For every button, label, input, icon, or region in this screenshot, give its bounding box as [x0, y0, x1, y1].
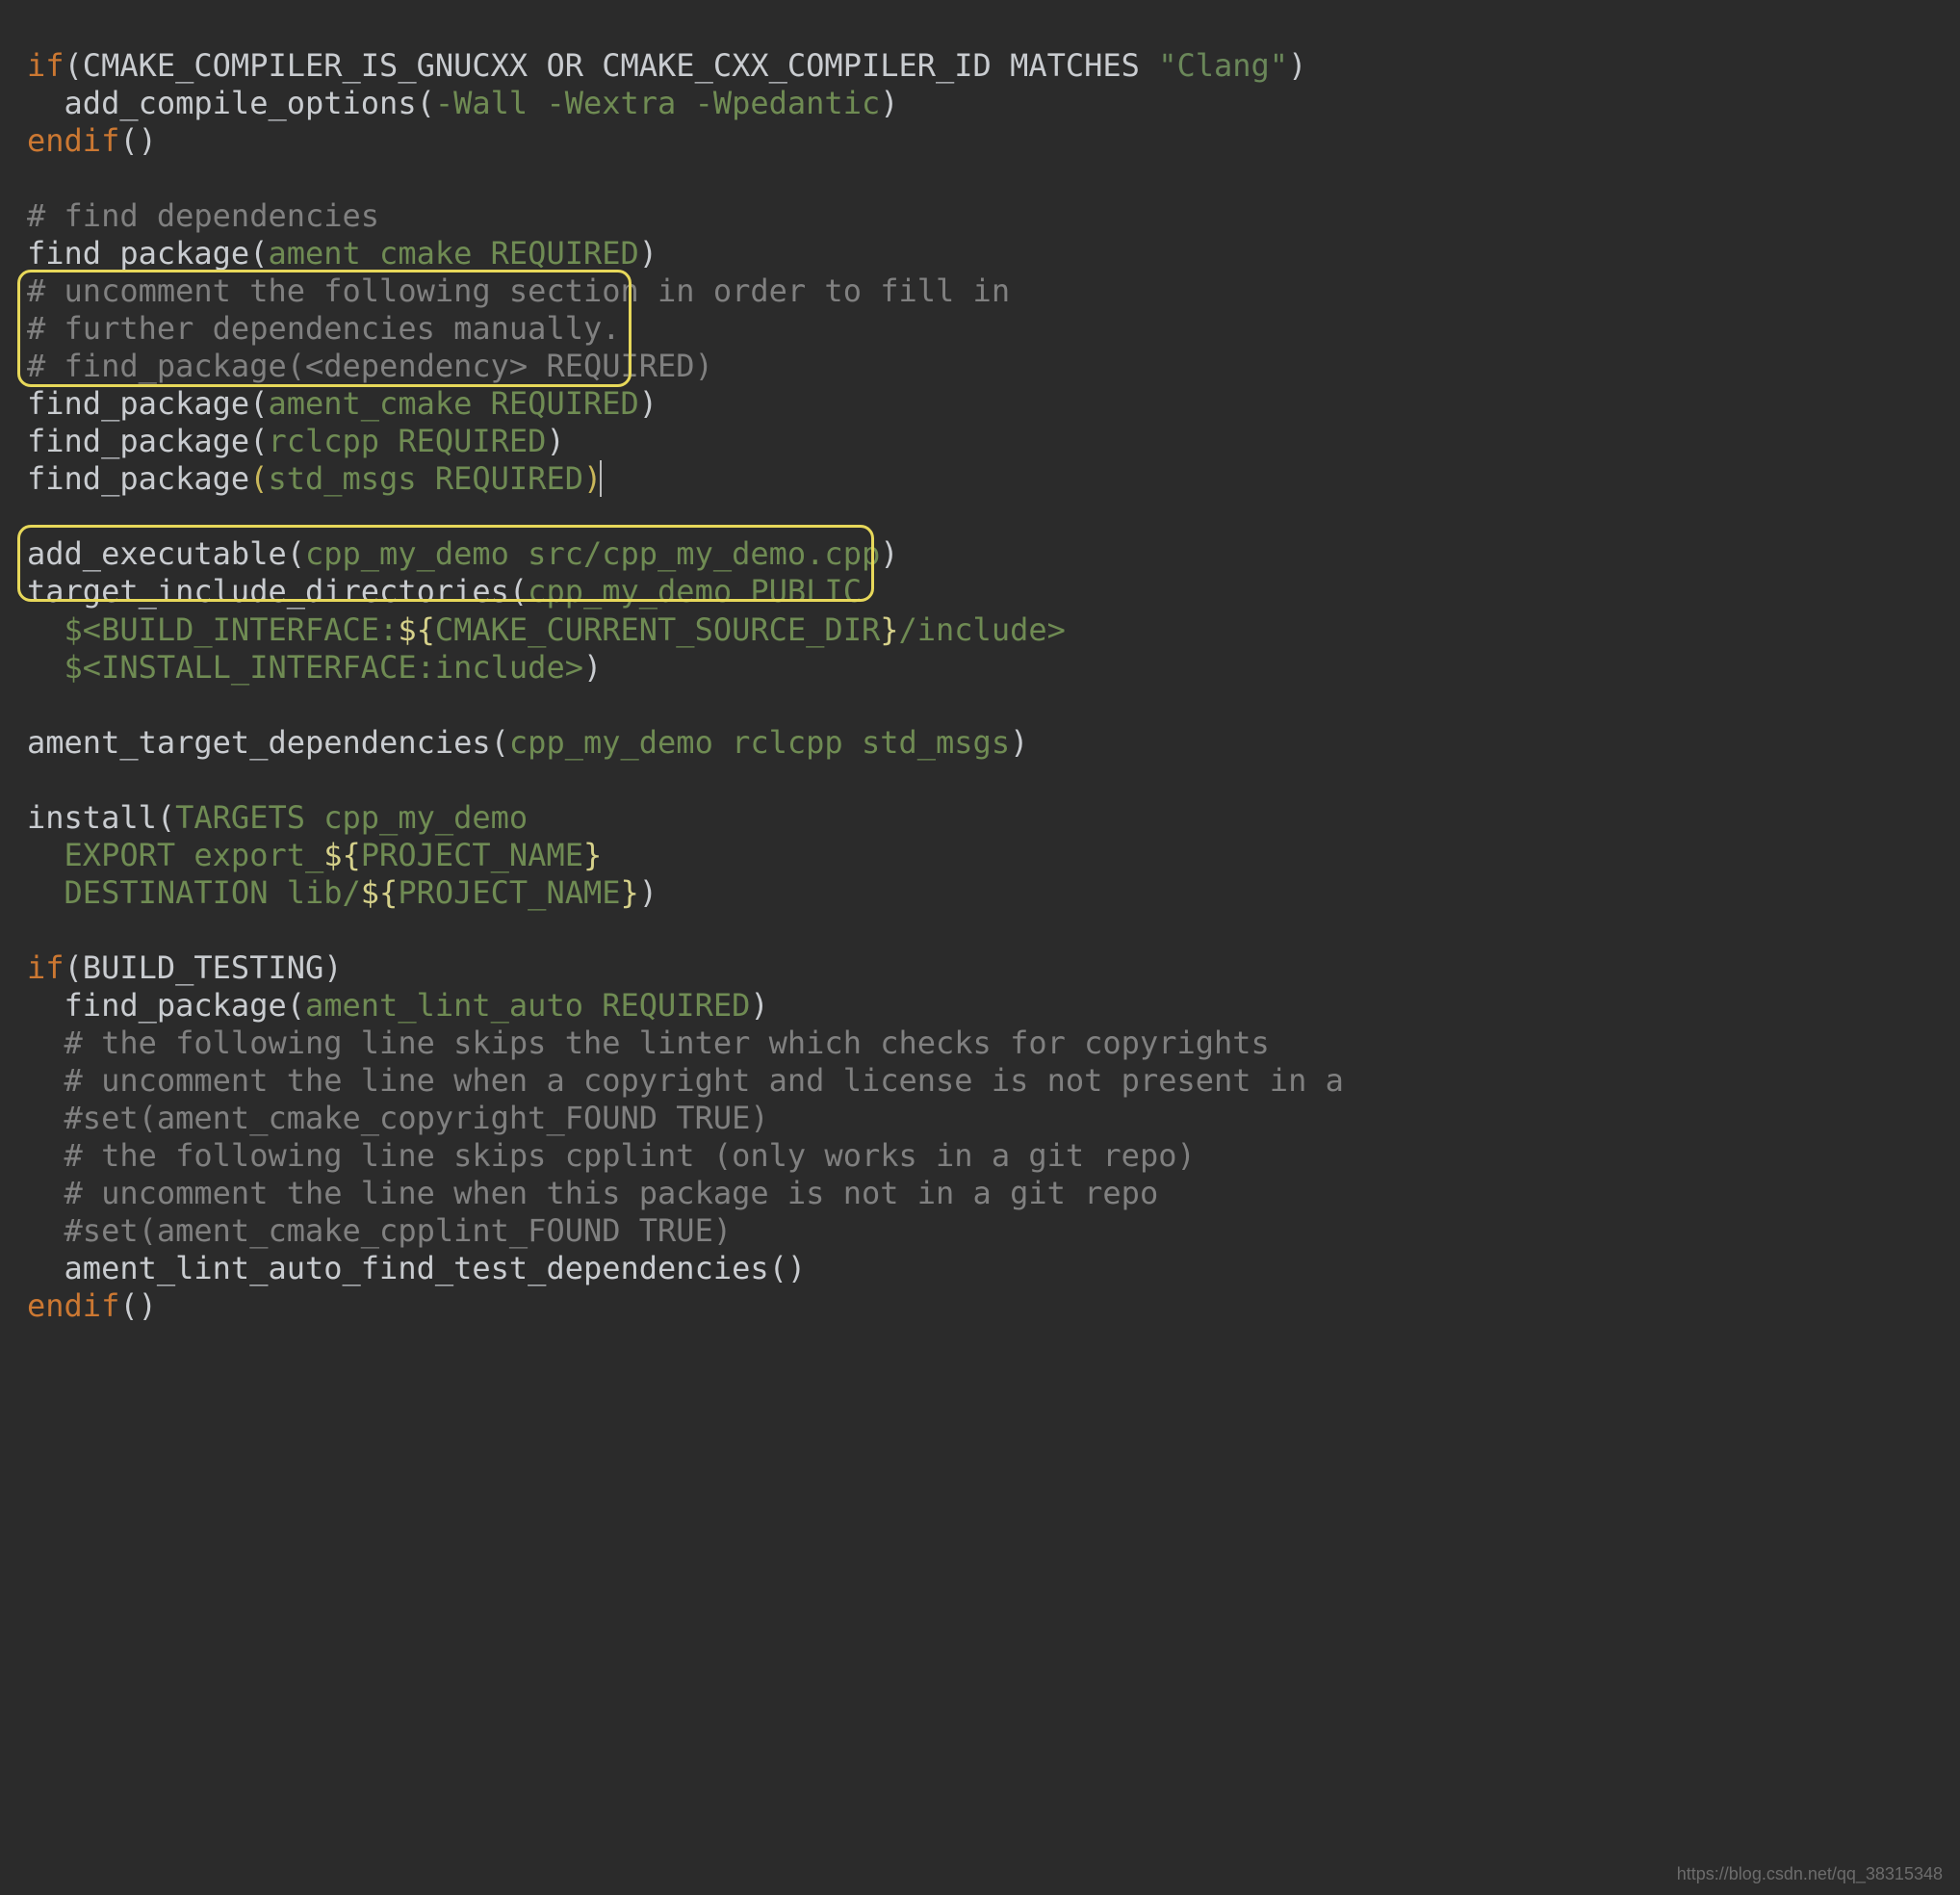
args: TARGETS cpp_my_demo [175, 799, 528, 836]
fn-call: install( [27, 799, 175, 836]
comment: #set(ament_cmake_copyright_FOUND TRUE) [27, 1100, 769, 1136]
paren: ) [546, 423, 564, 459]
keyword-endif: endif [27, 1287, 119, 1324]
fn-call: find_package [27, 460, 249, 497]
fn-call: target_include_directories( [27, 573, 528, 610]
comment: #set(ament_cmake_cpplint_FOUND TRUE) [27, 1212, 732, 1249]
comment: # further dependencies manually. [27, 310, 621, 347]
var-open: ${ [398, 611, 435, 648]
keyword-endif: endif [27, 122, 119, 159]
comment: # the following line skips cpplint (only… [27, 1137, 1196, 1174]
keyword-if: if [27, 949, 64, 986]
paren: ) [750, 987, 768, 1024]
string: "Clang" [1158, 47, 1288, 84]
fn-call: add_executable( [27, 535, 305, 572]
fn-call: find_package( [27, 235, 268, 272]
comment: # find_package(<dependency> REQUIRED) [27, 348, 713, 384]
fn-call: ament_target_dependencies( [27, 724, 509, 761]
paren: ) [639, 385, 658, 422]
comment: # uncomment the line when this package i… [27, 1175, 1158, 1211]
var-open: ${ [361, 874, 399, 911]
args: cpp_my_demo src/cpp_my_demo.cpp [305, 535, 880, 572]
args: ament_lint_auto REQUIRED [305, 987, 750, 1024]
comment: # uncomment the line when a copyright an… [27, 1062, 1344, 1099]
paren: () [119, 1287, 157, 1324]
args: std_msgs REQUIRED [268, 460, 583, 497]
paren: () [119, 122, 157, 159]
install-arg: EXPORT export_ [27, 837, 323, 873]
watermark: https://blog.csdn.net/qq_38315348 [1677, 1864, 1943, 1885]
var-close: } [621, 874, 639, 911]
varname: PROJECT_NAME [398, 874, 620, 911]
comment: # find dependencies [27, 197, 379, 234]
genexpr: $<INSTALL_INTERFACE:include> [27, 649, 583, 686]
args: -Wall -Wextra -Wpedantic [435, 85, 880, 121]
comment: # the following line skips the linter wh… [27, 1025, 1270, 1061]
paren: ) [1010, 724, 1028, 761]
fn-call: find_package( [27, 987, 305, 1024]
comment: # uncomment the following section in ord… [27, 273, 1010, 309]
paren: ) [583, 649, 602, 686]
genexpr: /include> [898, 611, 1065, 648]
args: ament_cmake REQUIRED [268, 385, 638, 422]
var-open: ${ [323, 837, 361, 873]
varname: PROJECT_NAME [361, 837, 583, 873]
matched-paren: ( [249, 460, 268, 497]
var-close: } [880, 611, 898, 648]
paren: ) [1288, 47, 1306, 84]
keyword-if: if [27, 47, 64, 84]
args: cpp_my_demo rclcpp std_msgs [509, 724, 1010, 761]
genexpr: $<BUILD_INTERFACE: [27, 611, 398, 648]
fn-call: find_package( [27, 385, 268, 422]
varname: CMAKE_CURRENT_SOURCE_DIR [435, 611, 880, 648]
fn-call: add_compile_options( [27, 85, 435, 121]
paren: ) [639, 874, 658, 911]
var-close: } [583, 837, 602, 873]
cond: (BUILD_TESTING) [64, 949, 343, 986]
args: rclcpp REQUIRED [268, 423, 546, 459]
fn-call: ament_lint_auto_find_test_dependencies() [27, 1250, 806, 1286]
cond: (CMAKE_COMPILER_IS_GNUCXX OR CMAKE_CXX_C… [64, 47, 1159, 84]
fn-call: find_package( [27, 423, 268, 459]
code-block: if(CMAKE_COMPILER_IS_GNUCXX OR CMAKE_CXX… [0, 0, 1960, 1335]
install-arg: DESTINATION lib/ [27, 874, 361, 911]
paren: ) [880, 85, 898, 121]
text-cursor [600, 460, 602, 497]
args: cpp_my_demo PUBLIC [528, 573, 862, 610]
paren: ) [639, 235, 658, 272]
args: ament_cmake REQUIRED [268, 235, 638, 272]
paren: ) [880, 535, 898, 572]
